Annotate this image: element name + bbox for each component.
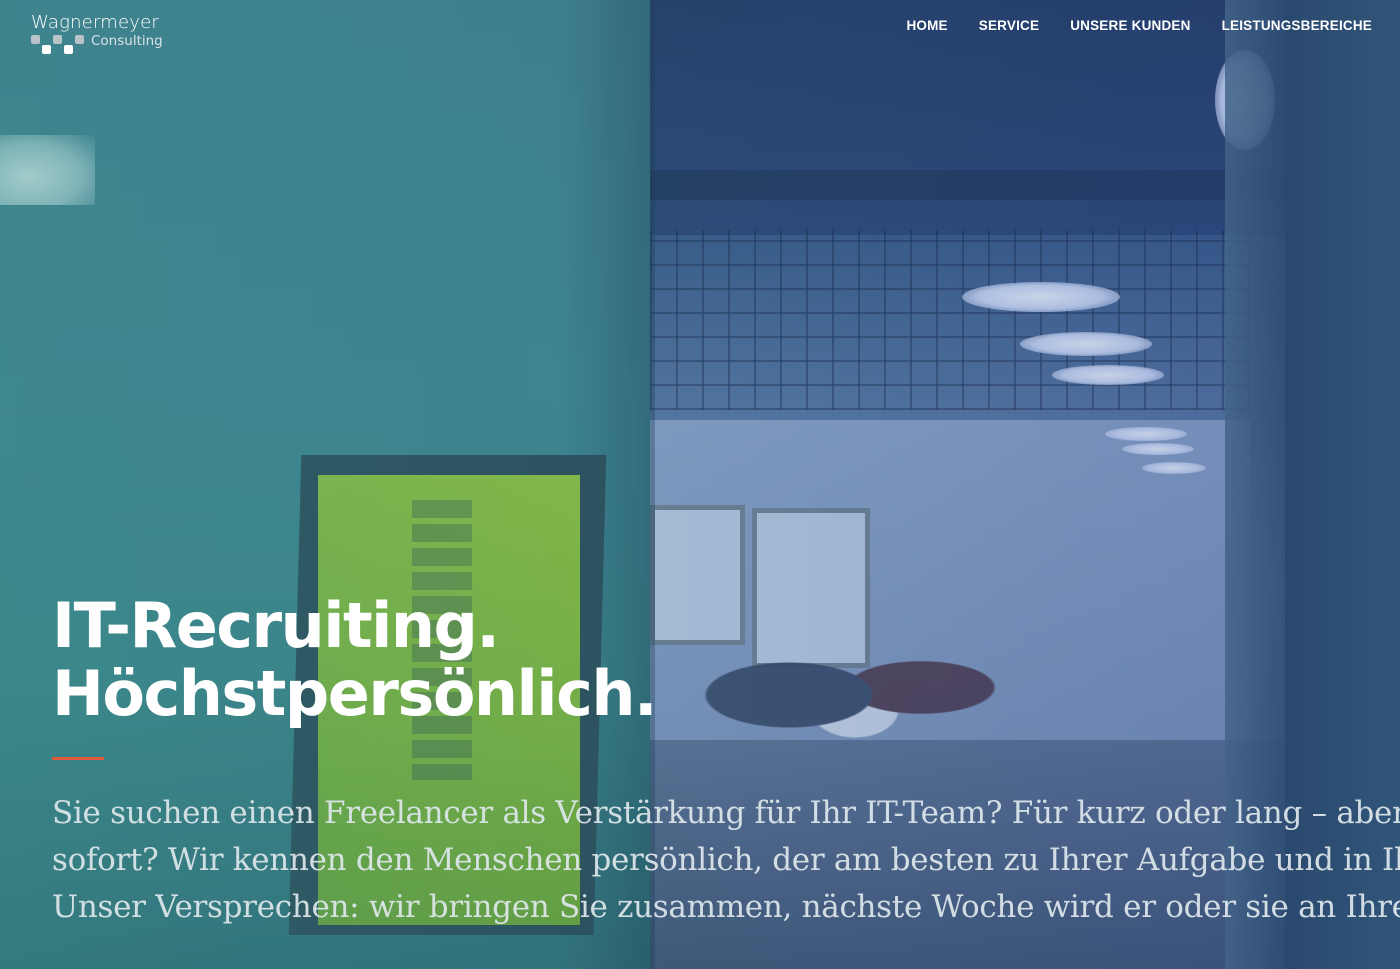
- logo[interactable]: Wagnermeyer Consulting: [31, 12, 181, 62]
- nav-item-unsere-kunden[interactable]: UNSERE KUNDEN: [1070, 18, 1190, 33]
- checker-squares-icon: [31, 35, 87, 59]
- hero-text-line-2: sofort? Wir kennen den Menschen persönli…: [52, 842, 1400, 878]
- main-navigation: HOME SERVICE UNSERE KUNDEN LEISTUNGSBERE…: [906, 18, 1372, 33]
- hero-text-line-1: Sie suchen einen Freelancer als Verstärk…: [52, 795, 1400, 831]
- logo-name: Wagnermeyer: [31, 12, 159, 33]
- hero-headline-line-1: IT-Recruiting.: [52, 589, 500, 662]
- hero-headline-line-2: Höchstpersönlich.: [52, 657, 658, 730]
- logo-subtitle: Consulting: [91, 33, 163, 49]
- hero-headline: IT-Recruiting. Höchstpersönlich.: [52, 589, 658, 730]
- hero-text-line-3: Unser Versprechen: wir bringen Sie zusam…: [52, 889, 1400, 925]
- nav-item-service[interactable]: SERVICE: [979, 18, 1039, 33]
- nav-item-leistungsbereiche[interactable]: LEISTUNGSBEREICHE: [1222, 18, 1372, 33]
- accent-divider: [52, 757, 104, 760]
- hero-intro-text: Sie suchen einen Freelancer als Verstärk…: [52, 790, 1400, 931]
- nav-item-home[interactable]: HOME: [906, 18, 947, 33]
